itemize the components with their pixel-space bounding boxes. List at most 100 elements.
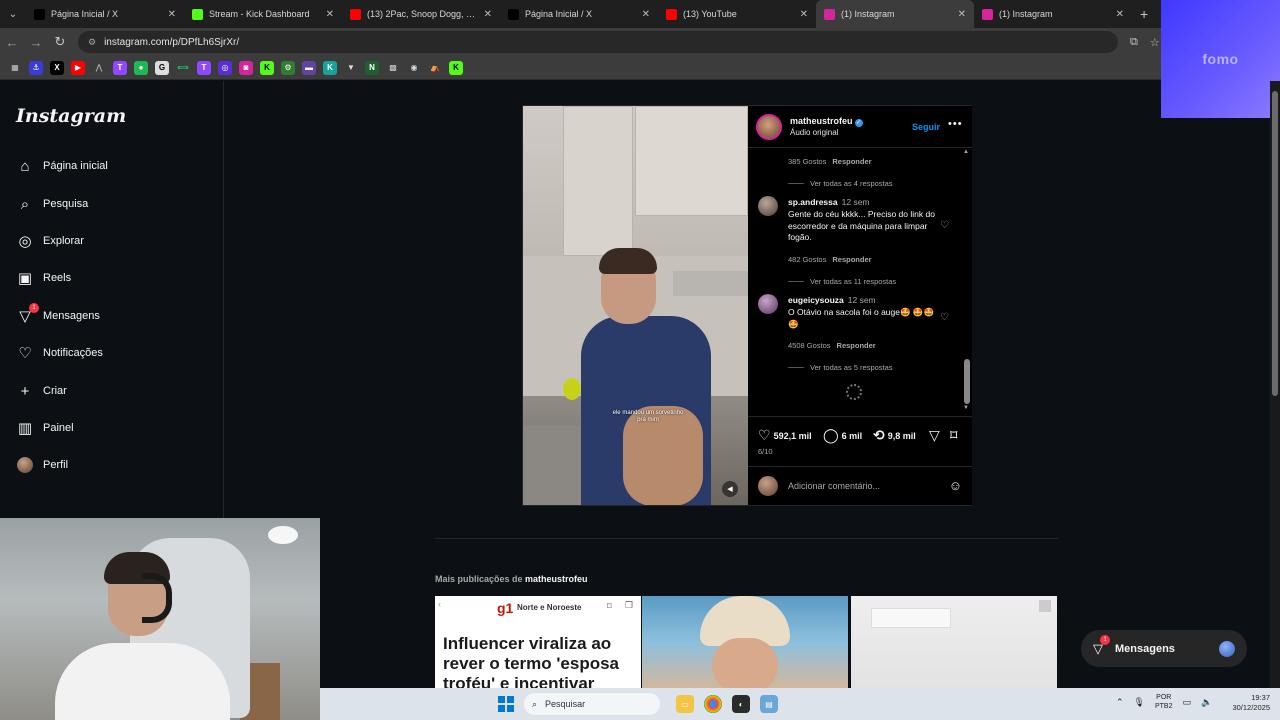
share-icon[interactable]: ▽	[929, 427, 940, 444]
nav-item-plus[interactable]: + Criar	[16, 376, 67, 406]
audio-label[interactable]: Áudio original	[790, 127, 863, 138]
view-replies-button[interactable]: Ver todas as 11 respostas	[788, 277, 896, 286]
bookmark-icon[interactable]: ◎	[218, 60, 232, 75]
bookmark-icon[interactable]: ●	[134, 60, 148, 75]
start-button[interactable]	[498, 696, 514, 712]
comment-username[interactable]: sp.andressa	[788, 197, 838, 207]
scroll-down-icon[interactable]: ▼	[963, 405, 969, 411]
volume-icon[interactable]: 🔈	[1201, 697, 1212, 708]
browser-tab[interactable]: (1) Instagram ✕	[816, 0, 974, 28]
commenter-avatar[interactable]	[758, 294, 778, 314]
comment-like-heart-icon[interactable]: ♡	[940, 220, 949, 231]
microphone-icon[interactable]: 🎙	[1134, 697, 1145, 708]
site-info-icon[interactable]: ⚙	[88, 37, 96, 48]
repost-action[interactable]: ⟲ 9,8 mil	[873, 427, 916, 444]
mute-toggle-icon[interactable]: ◀	[722, 481, 738, 497]
browser-tab[interactable]: Stream - Kick Dashboard ✕	[184, 0, 342, 28]
emoji-picker-icon[interactable]: ☺	[949, 478, 962, 493]
author-username-row[interactable]: matheustrofeu ✓	[790, 116, 863, 127]
bookmark-icon[interactable]: ⋀	[92, 61, 106, 75]
messages-floating-button[interactable]: ▽ 1 Mensagens	[1081, 630, 1247, 667]
reply-button[interactable]: Responder	[832, 157, 871, 166]
nav-item-home[interactable]: ⌂ Página inicial	[16, 151, 107, 181]
bookmark-icon[interactable]: ⌑	[950, 427, 958, 444]
author-avatar[interactable]	[756, 113, 782, 140]
nav-item-search[interactable]: ⌕ Pesquisa	[16, 189, 88, 219]
more-posts-user[interactable]: matheustrofeu	[525, 574, 588, 584]
comment-icon[interactable]: ◯	[823, 427, 839, 444]
back-button[interactable]: ←	[0, 35, 24, 50]
like-action[interactable]: ♡ 592,1 mil	[758, 427, 812, 444]
chrome-icon[interactable]	[704, 695, 722, 713]
app-icon[interactable]: ◐	[732, 695, 750, 713]
close-tab-icon[interactable]: ✕	[1116, 9, 1124, 20]
network-icon[interactable]: ▭	[1183, 697, 1192, 708]
page-scrollbar[interactable]	[1270, 81, 1280, 688]
close-tab-icon[interactable]: ✕	[326, 9, 334, 20]
commenter-avatar[interactable]	[758, 196, 778, 216]
bookmark-icon[interactable]: N	[365, 60, 379, 75]
nav-item-messenger[interactable]: ▽ 1 Mensagens	[16, 301, 100, 331]
taskbar-search[interactable]: ⌕ Pesquisar	[524, 693, 660, 715]
comment-likes[interactable]: 385 Gostos	[788, 157, 826, 166]
tray-overflow-icon[interactable]: ⌃	[1116, 697, 1124, 708]
language-indicator[interactable]: POR PTB2	[1155, 693, 1173, 711]
bookmark-icon[interactable]: G	[155, 60, 169, 75]
apps-grid-icon[interactable]: ▦	[8, 61, 22, 75]
close-tab-icon[interactable]: ✕	[958, 9, 966, 20]
close-tab-icon[interactable]: ✕	[642, 9, 650, 20]
browser-tab[interactable]: Página Inicial / X ✕	[26, 0, 184, 28]
post-thumbnail[interactable]	[642, 596, 848, 690]
save-action[interactable]: ⌑	[950, 427, 961, 444]
close-tab-icon[interactable]: ✕	[168, 9, 176, 20]
bookmark-star-icon[interactable]: ☆	[1150, 36, 1160, 49]
instagram-logo[interactable]: Instagram	[16, 105, 126, 127]
browser-tab[interactable]: Página Inicial / X ✕	[500, 0, 658, 28]
install-app-icon[interactable]: ⧉	[1130, 36, 1138, 49]
comment-likes[interactable]: 482 Gostos	[788, 255, 826, 264]
browser-tab[interactable]: (1) Instagram ✕	[974, 0, 1132, 28]
scroll-up-icon[interactable]: ▲	[963, 149, 969, 155]
nav-item-dashboard[interactable]: ▥ Painel	[16, 413, 74, 443]
app-icon[interactable]: ▤	[760, 695, 778, 713]
bookmark-icon[interactable]: ▼	[344, 61, 358, 75]
bookmark-instagram-icon[interactable]: ◙	[239, 60, 253, 75]
comment-like-heart-icon[interactable]: ♡	[940, 312, 949, 323]
bookmark-icon[interactable]: ⚓	[29, 60, 43, 75]
bookmark-icon[interactable]: ⟺	[176, 61, 190, 75]
follow-button[interactable]: Seguir	[912, 122, 940, 132]
scrollbar-thumb[interactable]	[964, 359, 970, 404]
bookmark-icon[interactable]: K	[323, 60, 337, 75]
post-thumbnail[interactable]: ‹ g1 Norte e Noroeste ⌑ ❐ Influencer vir…	[435, 596, 641, 690]
repost-icon[interactable]: ⟲	[873, 427, 885, 444]
more-options-icon[interactable]: •••	[948, 118, 963, 130]
comment-action[interactable]: ◯ 6 mil	[823, 427, 862, 444]
address-bar[interactable]: ⚙ instagram.com/p/DPfLh6SjrXr/	[78, 31, 1118, 53]
bookmark-icon[interactable]: ▩	[386, 61, 400, 75]
comment-likes[interactable]: 4508 Gostos	[788, 341, 831, 350]
nav-item-heart[interactable]: ♡ Notificações	[16, 338, 103, 368]
close-tab-icon[interactable]: ✕	[800, 9, 808, 20]
bookmark-twitch-icon[interactable]: T	[113, 60, 127, 75]
forward-button[interactable]: →	[24, 35, 48, 50]
reload-button[interactable]: ↻	[48, 34, 72, 50]
share-action[interactable]: ▽	[929, 427, 943, 444]
nav-item-avatar[interactable]: Perfil	[16, 450, 68, 480]
heart-icon[interactable]: ♡	[758, 427, 771, 444]
add-comment-input[interactable]: Adicionar comentário...	[788, 481, 949, 491]
comments-list[interactable]: 385 Gostos Responder Ver todas as 4 respo…	[748, 149, 972, 414]
comment-username[interactable]: eugeicysouza	[788, 295, 844, 305]
tab-search-button[interactable]: ⌄	[0, 0, 26, 28]
view-replies-button[interactable]: Ver todas as 5 respostas	[788, 363, 893, 372]
bookmark-kick-icon[interactable]: K	[449, 60, 463, 75]
page-scrollbar-thumb[interactable]	[1272, 91, 1278, 396]
new-tab-button[interactable]: +	[1140, 6, 1148, 22]
browser-tab[interactable]: (13) YouTube ✕	[658, 0, 816, 28]
bookmark-icon[interactable]: ▬	[302, 60, 316, 75]
file-explorer-icon[interactable]: ▭	[676, 695, 694, 713]
author-username[interactable]: matheustrofeu	[790, 116, 853, 126]
post-video[interactable]: ele mandou um sorvetinho pra mim ◀	[523, 106, 748, 505]
post-thumbnail[interactable]	[851, 596, 1057, 690]
close-tab-icon[interactable]: ✕	[484, 9, 492, 20]
taskbar-clock[interactable]: 19:37 30/12/2025	[1220, 693, 1270, 713]
